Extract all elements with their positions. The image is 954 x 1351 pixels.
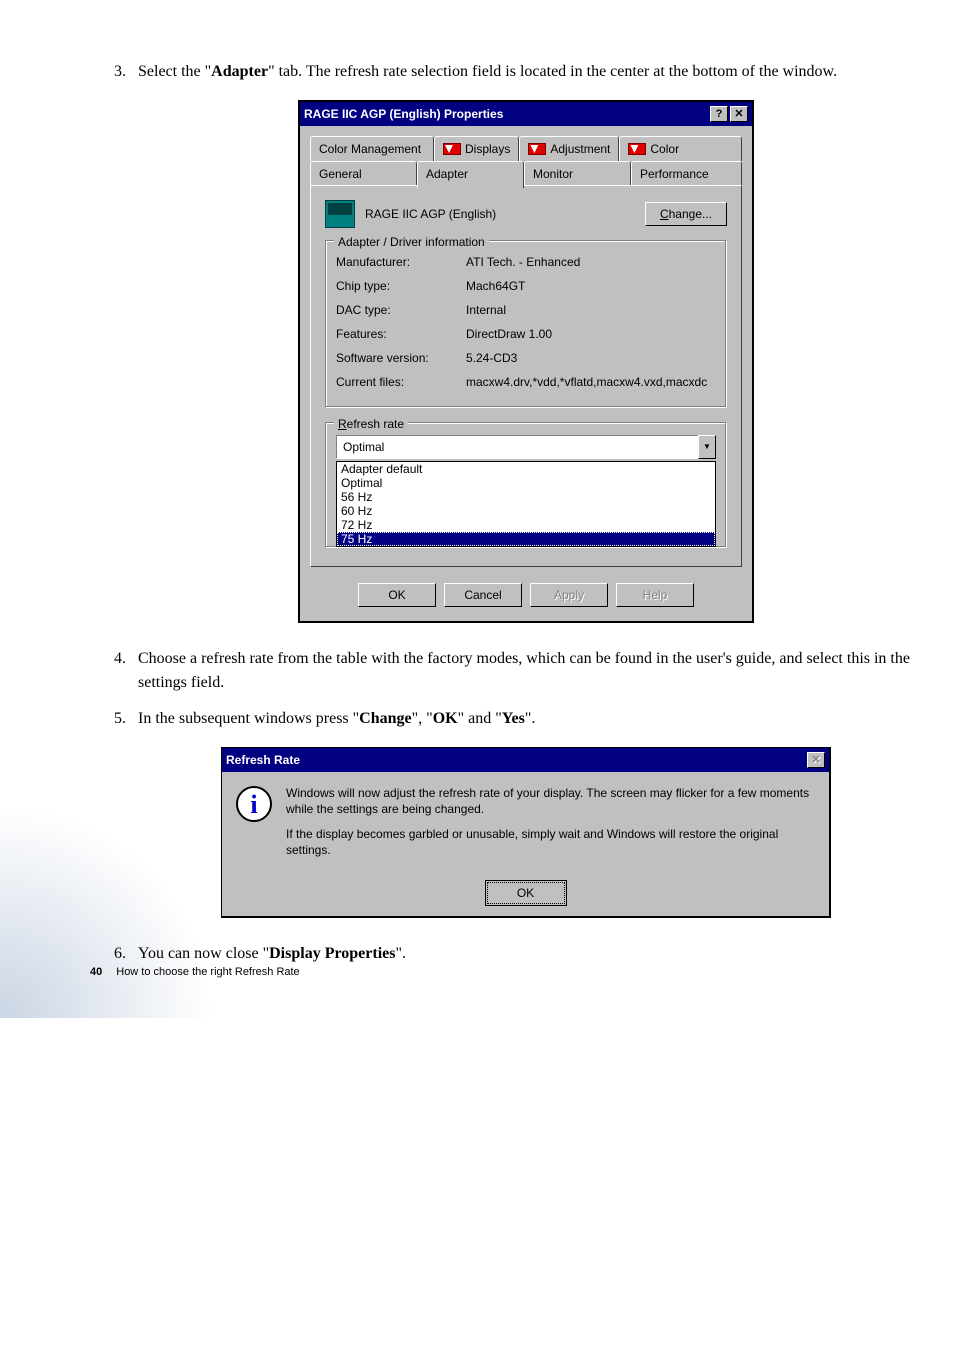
close-button[interactable]: ✕ [730,106,748,122]
chip-type-label: Chip type: [336,277,466,295]
tab-monitor[interactable]: Monitor [524,161,631,186]
manufacturer-value: ATI Tech. - Enhanced [466,253,716,271]
tab-adjustment[interactable]: Adjustment [519,136,619,161]
driver-info-legend: Adapter / Driver information [334,233,489,251]
step-3: Select the "Adapter" tab. The refresh ra… [130,60,914,623]
msgbox-ok-button[interactable]: OK [487,882,565,904]
step-6: You can now close "Display Properties". [130,942,914,966]
msgbox-titlebar: Refresh Rate ✕ [222,748,829,772]
ok-button[interactable]: OK [358,583,436,607]
features-value: DirectDraw 1.00 [466,325,716,343]
apply-button[interactable]: Apply [530,583,608,607]
adapter-name-label: RAGE IIC AGP (English) [365,205,645,223]
titlebar: RAGE IIC AGP (English) Properties ? ✕ [300,102,752,126]
refresh-rate-value: Optimal [336,435,698,459]
tab-performance[interactable]: Performance [631,161,742,186]
help-button[interactable]: Help [616,583,694,607]
info-icon: i [236,786,272,822]
adapter-tab-panel: RAGE IIC AGP (English) Change... Adapter… [310,185,742,567]
msgbox-close-button[interactable]: ✕ [807,752,825,768]
refresh-rate-msgbox: Refresh Rate ✕ i Windows will now adjust… [221,747,831,918]
features-label: Features: [336,325,466,343]
current-files-value: macxw4.drv,*vdd,*vflatd,macxw4.vxd,macxd… [466,373,716,391]
adapter-card-icon [325,200,355,228]
option-56hz[interactable]: 56 Hz [337,490,715,504]
manufacturer-label: Manufacturer: [336,253,466,271]
refresh-rate-group: Refresh rate Optimal ▼ Adapter default O… [325,422,727,548]
page-number: 40 [90,966,102,978]
option-adapter-default[interactable]: Adapter default [337,462,715,476]
refresh-rate-options: Adapter default Optimal 56 Hz 60 Hz 72 H… [336,461,716,547]
change-button[interactable]: Change... [645,202,727,226]
driver-info-group: Adapter / Driver information Manufacture… [325,240,727,408]
ati-icon [443,143,461,155]
ati-icon [528,143,546,155]
current-files-label: Current files: [336,373,466,391]
software-version-label: Software version: [336,349,466,367]
tab-adapter[interactable]: Adapter [417,161,524,188]
software-version-value: 5.24-CD3 [466,349,716,367]
option-75hz[interactable]: 75 Hz [337,532,715,546]
ati-icon [628,143,646,155]
option-72hz[interactable]: 72 Hz [337,518,715,532]
option-60hz[interactable]: 60 Hz [337,504,715,518]
option-optimal[interactable]: Optimal [337,476,715,490]
step-4: Choose a refresh rate from the table wit… [130,647,914,695]
msgbox-title: Refresh Rate [226,751,300,769]
tab-color-management[interactable]: Color Management [310,136,434,161]
properties-dialog: RAGE IIC AGP (English) Properties ? ✕ Co… [298,100,754,623]
refresh-rate-select[interactable]: Optimal ▼ [336,435,716,459]
tab-displays[interactable]: Displays [434,136,519,161]
step-5: In the subsequent windows press "Change"… [130,707,914,918]
chip-type-value: Mach64GT [466,277,716,295]
tab-color[interactable]: Color [619,136,742,161]
dialog-button-row: OK Cancel Apply Help [310,577,742,607]
dropdown-arrow-icon[interactable]: ▼ [698,435,716,459]
tab-strip: Color Management Displays Adjustment Col… [310,136,742,186]
dialog-title: RAGE IIC AGP (English) Properties [304,105,503,123]
tab-general[interactable]: General [310,161,417,186]
cancel-button[interactable]: Cancel [444,583,522,607]
footer-text: How to choose the right Refresh Rate [116,966,299,978]
help-button[interactable]: ? [710,106,728,122]
page-footer: 40 How to choose the right Refresh Rate [90,966,300,978]
refresh-rate-legend: Refresh rate [334,415,408,433]
dac-type-value: Internal [466,301,716,319]
msgbox-text: Windows will now adjust the refresh rate… [286,786,815,868]
dac-type-label: DAC type: [336,301,466,319]
